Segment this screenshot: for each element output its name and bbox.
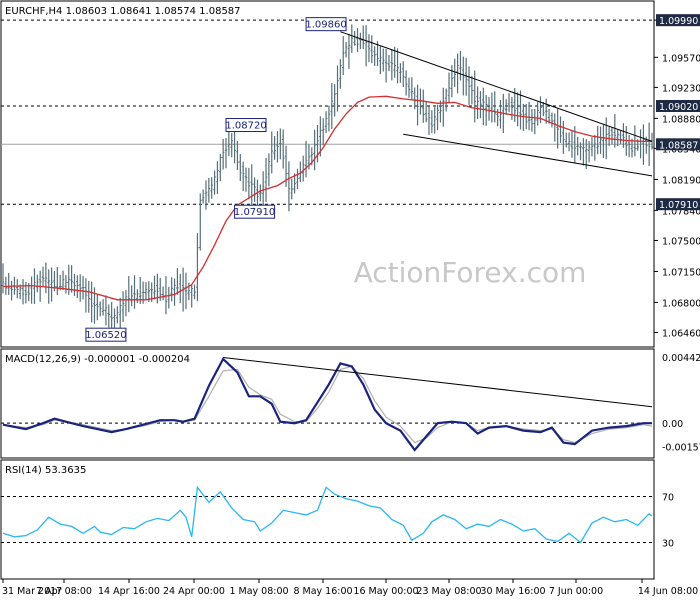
x-tick-label: 7 Jun 00:00 [549, 586, 603, 597]
price-annotation-label: 1.08720 [225, 121, 266, 132]
price-y-tick-label: 1.06460 [662, 328, 700, 339]
chart-canvas: ActionForex.com 1.09860 1.08720 1.07910 1.0… [0, 0, 700, 597]
price-y-tick-label: 1.08880 [662, 114, 700, 125]
price-y-tick-label: 1.09230 [662, 83, 700, 94]
price-annotation-label: 1.09860 [305, 20, 346, 31]
x-tick-label: 7 Apr 08:00 [36, 586, 92, 597]
x-tick-label: 1 May 08:00 [229, 586, 288, 597]
price-annotation-label: 1.07910 [234, 207, 275, 218]
macd-y-tick-label: 0.00 [662, 419, 683, 430]
price-annotation-label: 1.06520 [85, 330, 126, 341]
price-level-badge-label: 1.09020 [659, 102, 698, 113]
x-tick-label: 14 Apr 16:00 [98, 586, 160, 597]
x-tick-label: 14 Jun 08:00 [638, 586, 698, 597]
macd-y-tick-label: 0.00442 [662, 353, 700, 364]
rsi-title: RSI(14) 53.3635 [5, 465, 86, 476]
x-tick-label: 23 May 08:00 [416, 586, 481, 597]
macd-panel-frame [0, 348, 655, 459]
price-level-badge-label: 1.09990 [659, 16, 698, 27]
price-y-tick-label: 1.06800 [662, 298, 700, 309]
watermark: ActionForex.com [354, 256, 587, 289]
price-y-tick-label: 1.07150 [662, 267, 700, 278]
x-tick-label: 16 May 00:00 [353, 586, 418, 597]
macd-y-tick-label: -0.001578 [662, 443, 700, 454]
rsi-panel-frame [0, 459, 655, 580]
chart-root: ActionForex.com 1.09860 1.08720 1.07910 1.0… [0, 0, 700, 600]
macd-title: MACD(12,26,9) -0.000001 -0.000204 [5, 354, 190, 365]
price-title: EURCHF,H4 1.08603 1.08641 1.08574 1.0858… [5, 6, 241, 17]
rsi-y-tick-label: 70 [662, 493, 674, 504]
x-tick-label: 24 Apr 00:00 [163, 586, 225, 597]
x-tick-label: 30 May 16:00 [480, 586, 545, 597]
price-y-tick-label: 1.08190 [662, 175, 700, 186]
rsi-y-tick-label: 30 [662, 539, 674, 550]
price-level-badge-label: 1.07910 [659, 200, 698, 211]
price-level-badge-label: 1.08587 [659, 140, 698, 151]
price-y-tick-label: 1.09570 [662, 53, 700, 64]
x-tick-label: 8 May 16:00 [293, 586, 352, 597]
price-y-tick-label: 1.07500 [662, 236, 700, 247]
